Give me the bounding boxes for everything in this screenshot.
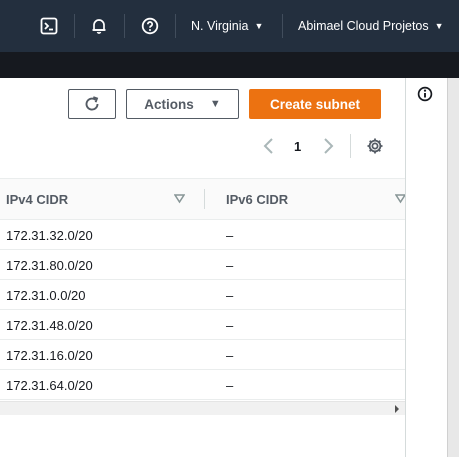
ipv4-cidr-cell: 172.31.64.0/20 xyxy=(6,377,93,393)
cloudshell-button[interactable] xyxy=(40,0,58,52)
table-row[interactable]: 172.31.80.0/20 – xyxy=(0,250,405,280)
column-header-ipv4-cidr[interactable]: IPv4 CIDR xyxy=(6,179,68,219)
caret-down-icon: ▼ xyxy=(209,98,221,110)
cloudshell-icon xyxy=(40,17,58,35)
nav-divider xyxy=(124,14,125,38)
nav-divider xyxy=(74,14,75,38)
ipv6-cidr-cell: – xyxy=(226,377,234,393)
table-row[interactable]: 172.31.64.0/20 – xyxy=(0,370,405,400)
help-icon xyxy=(141,17,159,35)
table-header: IPv4 CIDR IPv6 CIDR xyxy=(0,178,406,220)
ipv6-cidr-cell: – xyxy=(226,287,234,303)
caret-down-icon: ▼ xyxy=(434,21,444,31)
scroll-right-icon[interactable] xyxy=(394,405,400,413)
account-label: Abimael Cloud Projetos xyxy=(298,19,429,33)
ipv4-cidr-cell: 172.31.0.0/20 xyxy=(6,287,86,303)
refresh-icon xyxy=(85,96,99,111)
top-navigation-bar: N. Virginia ▼ Abimael Cloud Projetos ▼ xyxy=(0,0,459,52)
table-row[interactable]: 172.31.0.0/20 – xyxy=(0,280,405,310)
ipv4-cidr-cell: 172.31.16.0/20 xyxy=(6,347,93,363)
table-row[interactable]: 172.31.48.0/20 – xyxy=(0,310,405,340)
refresh-button[interactable] xyxy=(68,89,116,119)
ipv6-cidr-cell: – xyxy=(226,227,234,243)
ipv4-cidr-cell: 172.31.80.0/20 xyxy=(6,257,93,273)
help-button[interactable] xyxy=(141,0,159,52)
info-icon[interactable] xyxy=(417,86,433,102)
create-subnet-button[interactable]: Create subnet xyxy=(249,89,381,119)
ipv6-cidr-cell: – xyxy=(226,257,234,273)
help-panel-rail xyxy=(405,78,447,457)
region-selector[interactable]: N. Virginia ▼ xyxy=(191,0,263,52)
table-row[interactable]: 172.31.16.0/20 – xyxy=(0,340,405,370)
secondary-nav-bar xyxy=(0,52,459,78)
ipv6-cidr-cell: – xyxy=(226,347,234,363)
next-page-button[interactable] xyxy=(321,132,335,160)
chevron-right-icon xyxy=(324,138,334,154)
pager-divider xyxy=(350,134,351,158)
column-resizer[interactable] xyxy=(204,189,205,209)
sort-icon[interactable] xyxy=(174,193,185,204)
caret-down-icon: ▼ xyxy=(254,21,264,31)
page-number[interactable]: 1 xyxy=(294,132,301,160)
bell-icon xyxy=(92,19,106,34)
actions-label: Actions xyxy=(144,96,194,112)
nav-divider xyxy=(282,14,283,38)
ipv6-cidr-cell: – xyxy=(226,317,234,333)
actions-dropdown[interactable]: Actions ▼ xyxy=(126,89,239,119)
vertical-scrollbar[interactable] xyxy=(447,78,459,457)
table-preferences-button[interactable] xyxy=(366,132,384,160)
nav-divider xyxy=(175,14,176,38)
notifications-button[interactable] xyxy=(90,0,108,52)
ipv4-cidr-cell: 172.31.48.0/20 xyxy=(6,317,93,333)
gear-icon xyxy=(367,138,383,154)
table-row[interactable]: 172.31.32.0/20 – xyxy=(0,220,405,250)
chevron-left-icon xyxy=(263,138,273,154)
create-subnet-label: Create subnet xyxy=(269,96,361,112)
horizontal-scrollbar[interactable] xyxy=(0,401,405,415)
previous-page-button[interactable] xyxy=(262,132,276,160)
ipv4-cidr-cell: 172.31.32.0/20 xyxy=(6,227,93,243)
account-menu[interactable]: Abimael Cloud Projetos ▼ xyxy=(298,0,444,52)
region-label: N. Virginia xyxy=(191,19,249,33)
column-header-ipv6-cidr[interactable]: IPv6 CIDR xyxy=(226,179,288,219)
